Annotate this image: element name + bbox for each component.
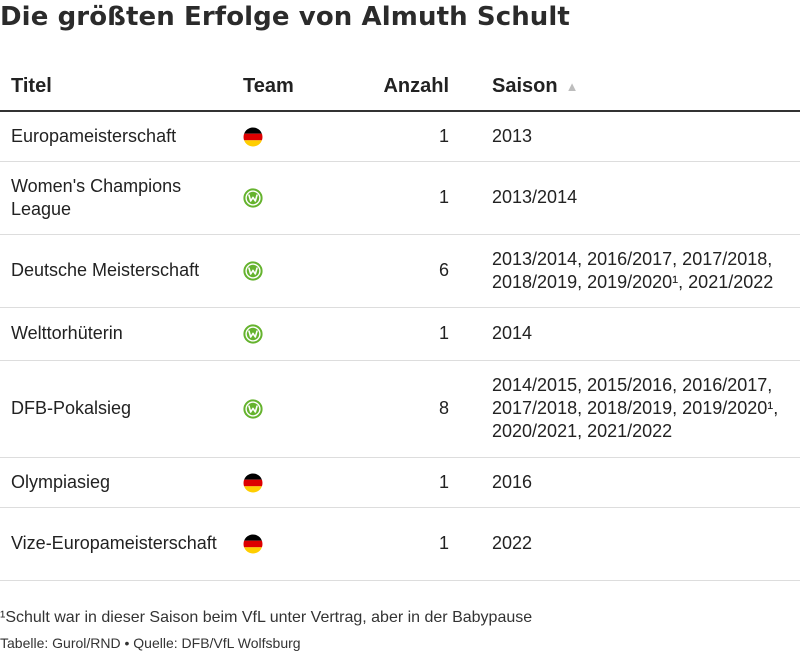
cell-titel: Europameisterschaft: [0, 111, 243, 162]
vfl-wolfsburg-logo-icon: [243, 261, 263, 281]
table-header-row: Titel Team Anzahl Saison ▲: [0, 62, 800, 112]
column-header-anzahl[interactable]: Anzahl: [343, 62, 492, 112]
cell-titel: Welttorhüterin: [0, 307, 243, 361]
cell-anzahl: 1: [343, 457, 492, 508]
cell-anzahl: 1: [343, 507, 492, 581]
cell-titel: Olympiasieg: [0, 457, 243, 508]
cell-saison: 2013/2014, 2016/2017, 2017/2018, 2018/20…: [492, 234, 800, 308]
column-header-label: Titel: [11, 74, 52, 97]
cell-anzahl: 8: [343, 360, 492, 458]
cell-titel: Women's Champions League: [0, 161, 243, 235]
table-row: Welttorhüterin 1 2014: [0, 307, 800, 361]
table-row: Deutsche Meisterschaft 6 2013/2014, 2016/2…: [0, 234, 800, 308]
column-header-label: Team: [243, 74, 294, 97]
cell-anzahl: 6: [343, 234, 492, 308]
cell-saison: 2014: [492, 307, 800, 361]
table-row: DFB-Pokalsieg 8 2014/2015, 2015/2016, 2016…: [0, 360, 800, 458]
cell-anzahl: 1: [343, 111, 492, 162]
table-row: Vize-Europameisterschaft 1 2022: [0, 507, 800, 581]
cell-team: [243, 507, 343, 581]
cell-team: [243, 360, 343, 458]
column-header-saison[interactable]: Saison ▲: [492, 62, 800, 112]
cell-saison: 2022: [492, 507, 800, 581]
column-header-team[interactable]: Team: [243, 62, 343, 112]
cell-saison: 2016: [492, 457, 800, 508]
column-header-titel[interactable]: Titel: [0, 62, 243, 112]
cell-titel: Deutsche Meisterschaft: [0, 234, 243, 308]
vfl-wolfsburg-logo-icon: [243, 188, 263, 208]
sort-ascending-icon[interactable]: ▲: [566, 79, 579, 94]
cell-titel: DFB-Pokalsieg: [0, 360, 243, 458]
cell-saison: 2014/2015, 2015/2016, 2016/2017, 2017/20…: [492, 360, 800, 458]
cell-titel: Vize-Europameisterschaft: [0, 507, 243, 581]
cell-team: [243, 161, 343, 235]
achievements-table: Titel Team Anzahl Saison ▲ Europameisters…: [0, 62, 800, 581]
cell-team: [243, 111, 343, 162]
germany-flag-icon: [243, 473, 263, 493]
table-title: Die größten Erfolge von Almuth Schult: [0, 2, 570, 32]
source-credit: Tabelle: Gurol/RND • Quelle: DFB/VfL Wol…: [0, 635, 301, 651]
cell-anzahl: 1: [343, 161, 492, 235]
column-header-label: Anzahl: [383, 74, 449, 97]
column-header-label: Saison: [492, 74, 558, 97]
vfl-wolfsburg-logo-icon: [243, 399, 263, 419]
table-row: Europameisterschaft 1 2013: [0, 111, 800, 162]
table-row: Women's Champions League 1 2013/2014: [0, 161, 800, 235]
vfl-wolfsburg-logo-icon: [243, 324, 263, 344]
footnote: ¹Schult war in dieser Saison beim VfL un…: [0, 609, 533, 626]
table-row: Olympiasieg 1 2016: [0, 457, 800, 508]
cell-saison: 2013/2014: [492, 161, 800, 235]
cell-team: [243, 234, 343, 308]
cell-saison: 2013: [492, 111, 800, 162]
germany-flag-icon: [243, 127, 263, 147]
germany-flag-icon: [243, 534, 263, 554]
table-body: Europameisterschaft 1 2013 Women's Champion…: [0, 111, 800, 581]
cell-team: [243, 457, 343, 508]
cell-team: [243, 307, 343, 361]
cell-anzahl: 1: [343, 307, 492, 361]
